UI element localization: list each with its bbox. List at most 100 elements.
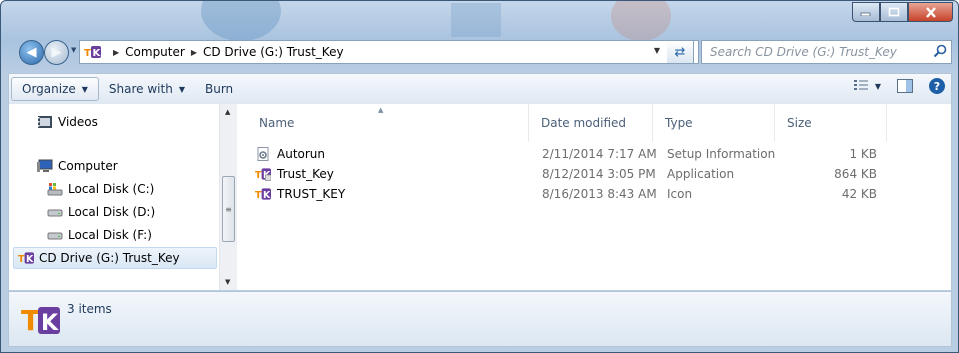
help-icon[interactable]: ? (929, 78, 945, 94)
search-input[interactable] (708, 44, 927, 60)
file-name-cell: Autorun (255, 147, 325, 161)
svg-text:K: K (26, 254, 34, 265)
column-label: Date modified (541, 116, 627, 130)
toolbar-right: ▼ ? (853, 78, 945, 94)
close-icon (925, 6, 936, 18)
details-pane: T K 3 items (8, 291, 952, 347)
file-date: 8/16/2013 8:43 AM (542, 187, 657, 201)
refresh-button[interactable]: ⇄ (667, 40, 694, 64)
nav-item-local-disk-c[interactable]: Local Disk (C:) (47, 179, 154, 199)
file-size: 1 KB (849, 147, 877, 161)
breadcrumb-chevron-icon[interactable]: ▶ (113, 48, 119, 57)
breadcrumb-chevron-icon[interactable]: ▶ (191, 48, 197, 57)
svg-text:T: T (18, 254, 25, 265)
trustkey-logo-icon: T K (21, 304, 60, 336)
item-count: 3 items (67, 302, 112, 316)
file-date: 8/12/2014 3:05 PM (542, 167, 656, 181)
close-button[interactable] (908, 2, 953, 22)
minimize-button[interactable] (852, 2, 880, 22)
drive-icon (47, 209, 63, 217)
desktop-blur (201, 1, 281, 41)
svg-text:K: K (41, 311, 59, 336)
back-arrow-icon: ◀ (26, 45, 37, 60)
file-name-cell: T K Trust_Key (255, 167, 334, 181)
back-button[interactable]: ◀ (19, 40, 44, 65)
nav-item-videos[interactable]: Videos (37, 112, 98, 132)
minimize-icon (860, 12, 871, 16)
content-area: Videos Computer Local Disk (C:) Local Di… (8, 104, 952, 290)
file-date: 2/11/2014 7:17 AM (542, 147, 657, 161)
organize-label: Organize (22, 82, 76, 96)
refresh-icon: ⇄ (674, 44, 686, 60)
file-name: TRUST_KEY (277, 187, 346, 201)
file-type: Setup Information (667, 147, 776, 161)
forward-button[interactable]: ▶ (44, 40, 69, 65)
svg-text:T: T (255, 170, 262, 181)
column-header-name[interactable]: Name ▲ (247, 104, 529, 142)
column-header-date[interactable]: Date modified (529, 104, 653, 142)
nav-item-computer[interactable]: Computer (37, 156, 118, 176)
breadcrumb-computer[interactable]: Computer (125, 45, 185, 59)
breadcrumb: ▶ Computer ▶ CD Drive (G:) Trust_Key (107, 45, 344, 59)
column-label: Size (787, 116, 812, 130)
column-header-type[interactable]: Type (653, 104, 775, 142)
nav-label: Local Disk (D:) (68, 205, 156, 219)
change-view-icon[interactable] (853, 79, 869, 93)
column-header-size[interactable]: Size (775, 104, 887, 142)
chevron-down-icon: ▼ (81, 84, 88, 94)
trustkey-icon: T K (18, 252, 34, 265)
nav-item-cd-drive-g[interactable]: T K CD Drive (G:) Trust_Key (13, 247, 217, 269)
scroll-down-arrow-icon[interactable]: ▼ (225, 278, 230, 286)
recent-pages-dropdown[interactable]: ▼ (71, 46, 76, 54)
nav-label: Local Disk (C:) (68, 182, 155, 196)
nav-item-local-disk-f[interactable]: Local Disk (F:) (47, 225, 152, 245)
file-name: Trust_Key (277, 167, 334, 181)
nav-label: Computer (58, 159, 118, 173)
search-box[interactable] (701, 40, 952, 64)
view-options-dropdown-icon[interactable]: ▼ (875, 82, 881, 91)
command-bar: Organize ▼ Share with ▼ Burn ▼ ? (8, 73, 952, 105)
organize-button[interactable]: Organize ▼ (11, 77, 99, 101)
preview-pane-icon[interactable] (897, 79, 913, 93)
scroll-up-arrow-icon[interactable]: ▲ (225, 108, 230, 116)
window-controls (852, 2, 953, 22)
share-with-label: Share with (108, 82, 173, 96)
search-icon[interactable] (933, 44, 947, 58)
navigation-pane: Videos Computer Local Disk (C:) Local Di… (9, 104, 219, 290)
setup-info-icon (257, 147, 269, 161)
trustkey-app-icon: T K (255, 168, 271, 181)
trustkey-icon: T K (255, 188, 271, 201)
file-row[interactable]: Autorun 2/11/2014 7:17 AM Setup Informat… (237, 145, 937, 165)
address-bar[interactable]: T K ▶ Computer ▶ CD Drive (G:) Trust_Key… (79, 40, 699, 64)
computer-icon (37, 159, 53, 172)
nav-item-local-disk-d[interactable]: Local Disk (D:) (47, 202, 155, 222)
file-row[interactable]: T K TRUST_KEY 8/16/2013 8:43 AM Icon 42 … (237, 185, 937, 205)
nav-label: CD Drive (G:) Trust_Key (39, 251, 180, 265)
drive-icon (47, 232, 63, 240)
share-with-button[interactable]: Share with ▼ (99, 78, 195, 100)
file-row[interactable]: T K Trust_Key 8/12/2014 3:05 PM Applicat… (237, 165, 937, 185)
navigation-scrollbar[interactable]: ▲ ≡ ▼ (219, 104, 237, 290)
address-history-dropdown-icon[interactable]: ▼ (654, 46, 660, 55)
desktop-blur (451, 3, 501, 37)
file-size: 864 KB (834, 167, 877, 181)
breadcrumb-cd-drive[interactable]: CD Drive (G:) Trust_Key (203, 45, 344, 59)
file-name-cell: T K TRUST_KEY (255, 187, 345, 201)
file-size: 42 KB (841, 187, 877, 201)
burn-button[interactable]: Burn (195, 78, 243, 100)
forward-arrow-icon: ▶ (51, 45, 62, 60)
svg-text:K: K (93, 48, 102, 59)
desktop-blur (611, 1, 671, 41)
nav-label: Local Disk (F:) (68, 228, 152, 242)
trustkey-icon: T K (84, 45, 101, 59)
svg-text:K: K (263, 190, 271, 201)
sort-ascending-icon: ▲ (378, 106, 384, 114)
maximize-button[interactable] (880, 2, 908, 22)
svg-text:T: T (255, 190, 262, 201)
videos-folder-icon (38, 116, 52, 128)
nav-label: Videos (58, 115, 98, 129)
file-name: Autorun (277, 147, 326, 161)
scrollbar-thumb[interactable]: ≡ (222, 176, 235, 242)
windows-drive-icon (47, 183, 63, 196)
file-type: Application (667, 167, 735, 181)
